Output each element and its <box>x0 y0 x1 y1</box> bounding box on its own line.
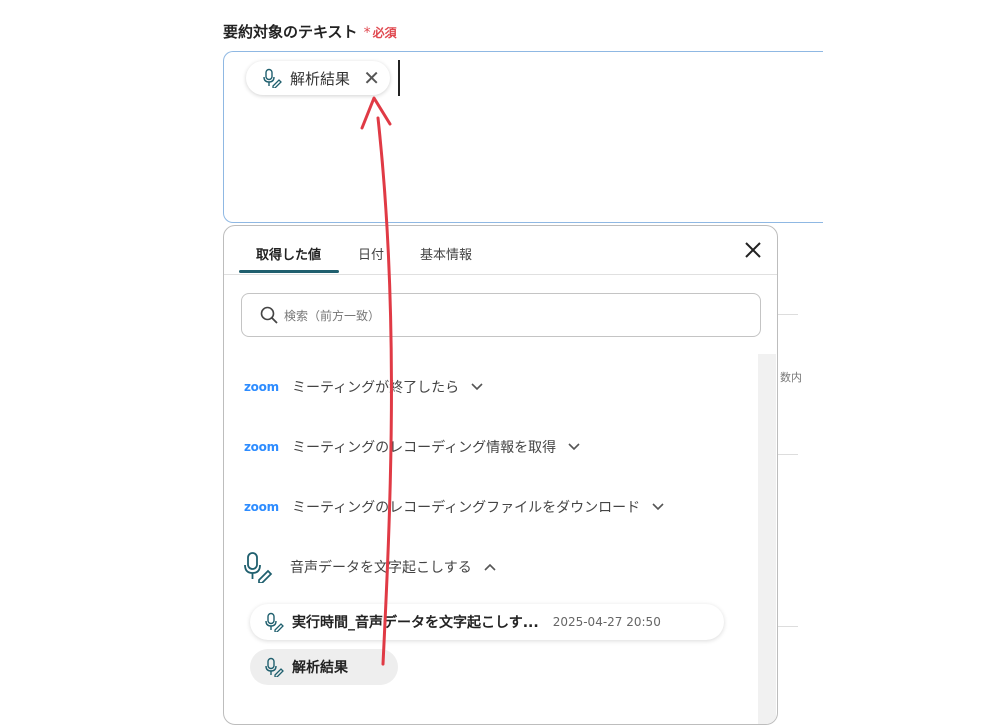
annotation-arrow <box>360 96 393 666</box>
